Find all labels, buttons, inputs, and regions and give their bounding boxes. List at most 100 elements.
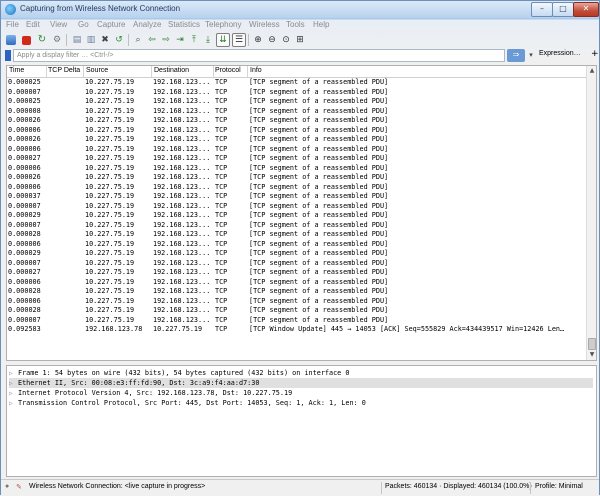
packet-row[interactable]: 0.000007 10.227.75.19 192.168.123... TCP [TC… — [7, 88, 586, 98]
packet-cell-src: 10.227.75.19 — [85, 315, 135, 324]
menu-edit[interactable]: Edit — [26, 20, 40, 29]
packet-row[interactable]: 0.000025 10.227.75.19 192.168.123... TCP [TC… — [7, 78, 586, 88]
filter-history-dropdown[interactable]: ▾ — [526, 49, 536, 62]
detail-frame[interactable]: ▷ Frame 1: 54 bytes on wire (432 bits), 5… — [9, 368, 349, 378]
packet-row[interactable]: 0.000006 10.227.75.19 192.168.123... TCP [TC… — [7, 164, 586, 174]
zoom-out-icon[interactable]: ⊖ — [266, 34, 278, 46]
go-to-packet-icon[interactable]: ⇥ — [174, 34, 186, 46]
display-filter-input[interactable]: Apply a display filter … <Ctrl-/> — [13, 49, 505, 62]
shark-fin-start-icon[interactable] — [6, 35, 16, 45]
detail-ethernet[interactable]: ▷ Ethernet II, Src: 00:08:e3:ff:fd:90, Ds… — [9, 378, 593, 388]
packet-row[interactable]: 0.092583 192.168.123.78 10.227.75.19 TCP [TC… — [7, 325, 586, 335]
find-packet-icon[interactable]: ⌕ — [132, 34, 144, 46]
packet-cell-src: 10.227.75.19 — [85, 268, 135, 276]
packet-cell-info: [TCP segment of a reassembled PDU] — [249, 296, 389, 305]
menu-statistics[interactable]: Statistics — [168, 20, 200, 29]
packet-row[interactable]: 0.000037 10.227.75.19 192.168.123... TCP [TC… — [7, 192, 586, 202]
packet-row[interactable]: 0.000008 10.227.75.19 192.168.123... TCP [TC… — [7, 107, 586, 117]
column-info[interactable]: Info — [250, 67, 262, 74]
scroll-up-icon[interactable]: ▲ — [588, 67, 596, 75]
expert-info-icon[interactable]: ● — [5, 483, 9, 490]
packet-cell-proto: TCP — [215, 163, 228, 172]
last-packet-icon[interactable]: ⤓ — [202, 34, 214, 46]
packet-row[interactable]: 0.000006 10.227.75.19 192.168.123... TCP [TC… — [7, 145, 586, 155]
reload-file-icon[interactable]: ↺ — [113, 34, 125, 46]
restart-capture-icon[interactable]: ↻ — [36, 34, 48, 46]
packet-row[interactable]: 0.000007 10.227.75.19 192.168.123... TCP [TC… — [7, 202, 586, 212]
packet-cell-proto: TCP — [215, 78, 228, 86]
go-forward-icon[interactable]: ⇨ — [160, 34, 172, 46]
packet-row[interactable]: 0.000026 10.227.75.19 192.168.123... TCP [TC… — [7, 135, 586, 145]
packet-cell-proto: TCP — [215, 106, 228, 115]
scroll-thumb[interactable] — [588, 338, 596, 350]
packet-cell-proto: TCP — [215, 144, 228, 153]
packet-cell-info: [TCP segment of a reassembled PDU] — [249, 249, 389, 257]
menu-tools[interactable]: Tools — [286, 20, 305, 29]
bookmark-icon[interactable] — [5, 50, 11, 61]
close-file-icon[interactable]: ✖ — [99, 34, 111, 46]
menu-view[interactable]: View — [50, 20, 67, 29]
column-time[interactable]: Time — [9, 67, 24, 74]
packet-cell-time: 0.000026 — [8, 173, 41, 181]
normal-size-icon[interactable]: ⊙ — [280, 34, 292, 46]
title-bar[interactable]: Capturing from Wireless Network Connecti… — [1, 1, 599, 18]
packet-row[interactable]: 0.000027 10.227.75.19 192.168.123... TCP [TC… — [7, 268, 586, 278]
status-profile[interactable]: Profile: Minimal — [535, 483, 583, 490]
add-filter-button[interactable]: + — [591, 49, 599, 59]
packet-row[interactable]: 0.000025 10.227.75.19 192.168.123... TCP [TC… — [7, 97, 586, 107]
first-packet-icon[interactable]: ⤒ — [188, 34, 200, 46]
column-tcp-delta[interactable]: TCP Delta — [48, 67, 80, 74]
packet-row[interactable]: 0.000006 10.227.75.19 192.168.123... TCP [TC… — [7, 240, 586, 250]
packet-row[interactable]: 0.000026 10.227.75.19 192.168.123... TCP [TC… — [7, 116, 586, 126]
packet-row[interactable]: 0.000007 10.227.75.19 192.168.123... TCP [TC… — [7, 259, 586, 269]
packet-row[interactable]: 0.000027 10.227.75.19 192.168.123... TCP [TC… — [7, 154, 586, 164]
packet-row[interactable]: 0.000007 10.227.75.19 192.168.123... TCP [TC… — [7, 316, 586, 326]
column-protocol[interactable]: Protocol — [215, 67, 241, 74]
vertical-scrollbar[interactable]: ▲ ▼ — [586, 66, 596, 360]
packet-cell-proto: TCP — [215, 87, 228, 96]
expression-button[interactable]: Expression… — [539, 50, 581, 57]
autoscroll-icon[interactable]: ⇊ — [216, 33, 230, 47]
packet-details-pane[interactable]: ▷ Frame 1: 54 bytes on wire (432 bits), 5… — [6, 365, 597, 477]
close-button[interactable]: ✕ — [573, 2, 599, 17]
column-source[interactable]: Source — [86, 67, 108, 74]
menu-capture[interactable]: Capture — [97, 20, 125, 29]
menu-go[interactable]: Go — [78, 20, 89, 29]
save-file-icon[interactable]: ▥ — [85, 34, 97, 46]
scroll-down-icon[interactable]: ▼ — [588, 351, 596, 359]
packet-row[interactable]: 0.000028 10.227.75.19 192.168.123... TCP [TC… — [7, 306, 586, 316]
go-back-icon[interactable]: ⇦ — [146, 34, 158, 46]
colorize-icon[interactable]: ☰ — [232, 33, 246, 47]
packet-row[interactable]: 0.000029 10.227.75.19 192.168.123... TCP [TC… — [7, 211, 586, 221]
packet-row[interactable]: 0.000026 10.227.75.19 192.168.123... TCP [TC… — [7, 173, 586, 183]
capture-options-icon[interactable]: ⚙ — [51, 34, 63, 46]
capture-comment-icon[interactable]: ✎ — [16, 483, 22, 491]
packet-cell-time: 0.000006 — [8, 125, 41, 134]
packet-row[interactable]: 0.000006 10.227.75.19 192.168.123... TCP [TC… — [7, 183, 586, 193]
menu-file[interactable]: File — [6, 20, 19, 29]
packet-cell-info: [TCP segment of a reassembled PDU] — [249, 97, 389, 105]
packet-list[interactable]: Time TCP Delta Source Destination Protoc… — [6, 65, 597, 361]
detail-tcp[interactable]: ▷ Transmission Control Protocol, Src Port… — [9, 398, 366, 408]
detail-ipv4[interactable]: ▷ Internet Protocol Version 4, Src: 192.1… — [9, 388, 292, 398]
packet-row[interactable]: 0.000006 10.227.75.19 192.168.123... TCP [TC… — [7, 126, 586, 136]
apply-filter-button[interactable]: ⇒ — [507, 49, 525, 62]
packet-row[interactable]: 0.000028 10.227.75.19 192.168.123... TCP [TC… — [7, 230, 586, 240]
resize-columns-icon[interactable]: ⊞ — [294, 34, 306, 46]
minimize-button[interactable]: – — [531, 2, 553, 17]
packet-row[interactable]: 0.000029 10.227.75.19 192.168.123... TCP [TC… — [7, 249, 586, 259]
packet-row[interactable]: 0.000006 10.227.75.19 192.168.123... TCP [TC… — [7, 297, 586, 307]
stop-capture-icon[interactable] — [22, 36, 31, 45]
zoom-in-icon[interactable]: ⊕ — [252, 34, 264, 46]
menu-help[interactable]: Help — [313, 20, 329, 29]
expand-triangle-icon[interactable]: ▷ — [9, 399, 18, 409]
menu-telephony[interactable]: Telephony — [205, 20, 241, 29]
packet-row[interactable]: 0.000028 10.227.75.19 192.168.123... TCP [TC… — [7, 287, 586, 297]
open-file-icon[interactable]: ▤ — [71, 34, 83, 46]
column-destination[interactable]: Destination — [154, 67, 189, 74]
menu-wireless[interactable]: Wireless — [249, 20, 280, 29]
packet-row[interactable]: 0.000007 10.227.75.19 192.168.123... TCP [TC… — [7, 221, 586, 231]
menu-analyze[interactable]: Analyze — [133, 20, 161, 29]
maximize-button[interactable]: □ — [552, 2, 574, 17]
packet-row[interactable]: 0.000006 10.227.75.19 192.168.123... TCP [TC… — [7, 278, 586, 288]
